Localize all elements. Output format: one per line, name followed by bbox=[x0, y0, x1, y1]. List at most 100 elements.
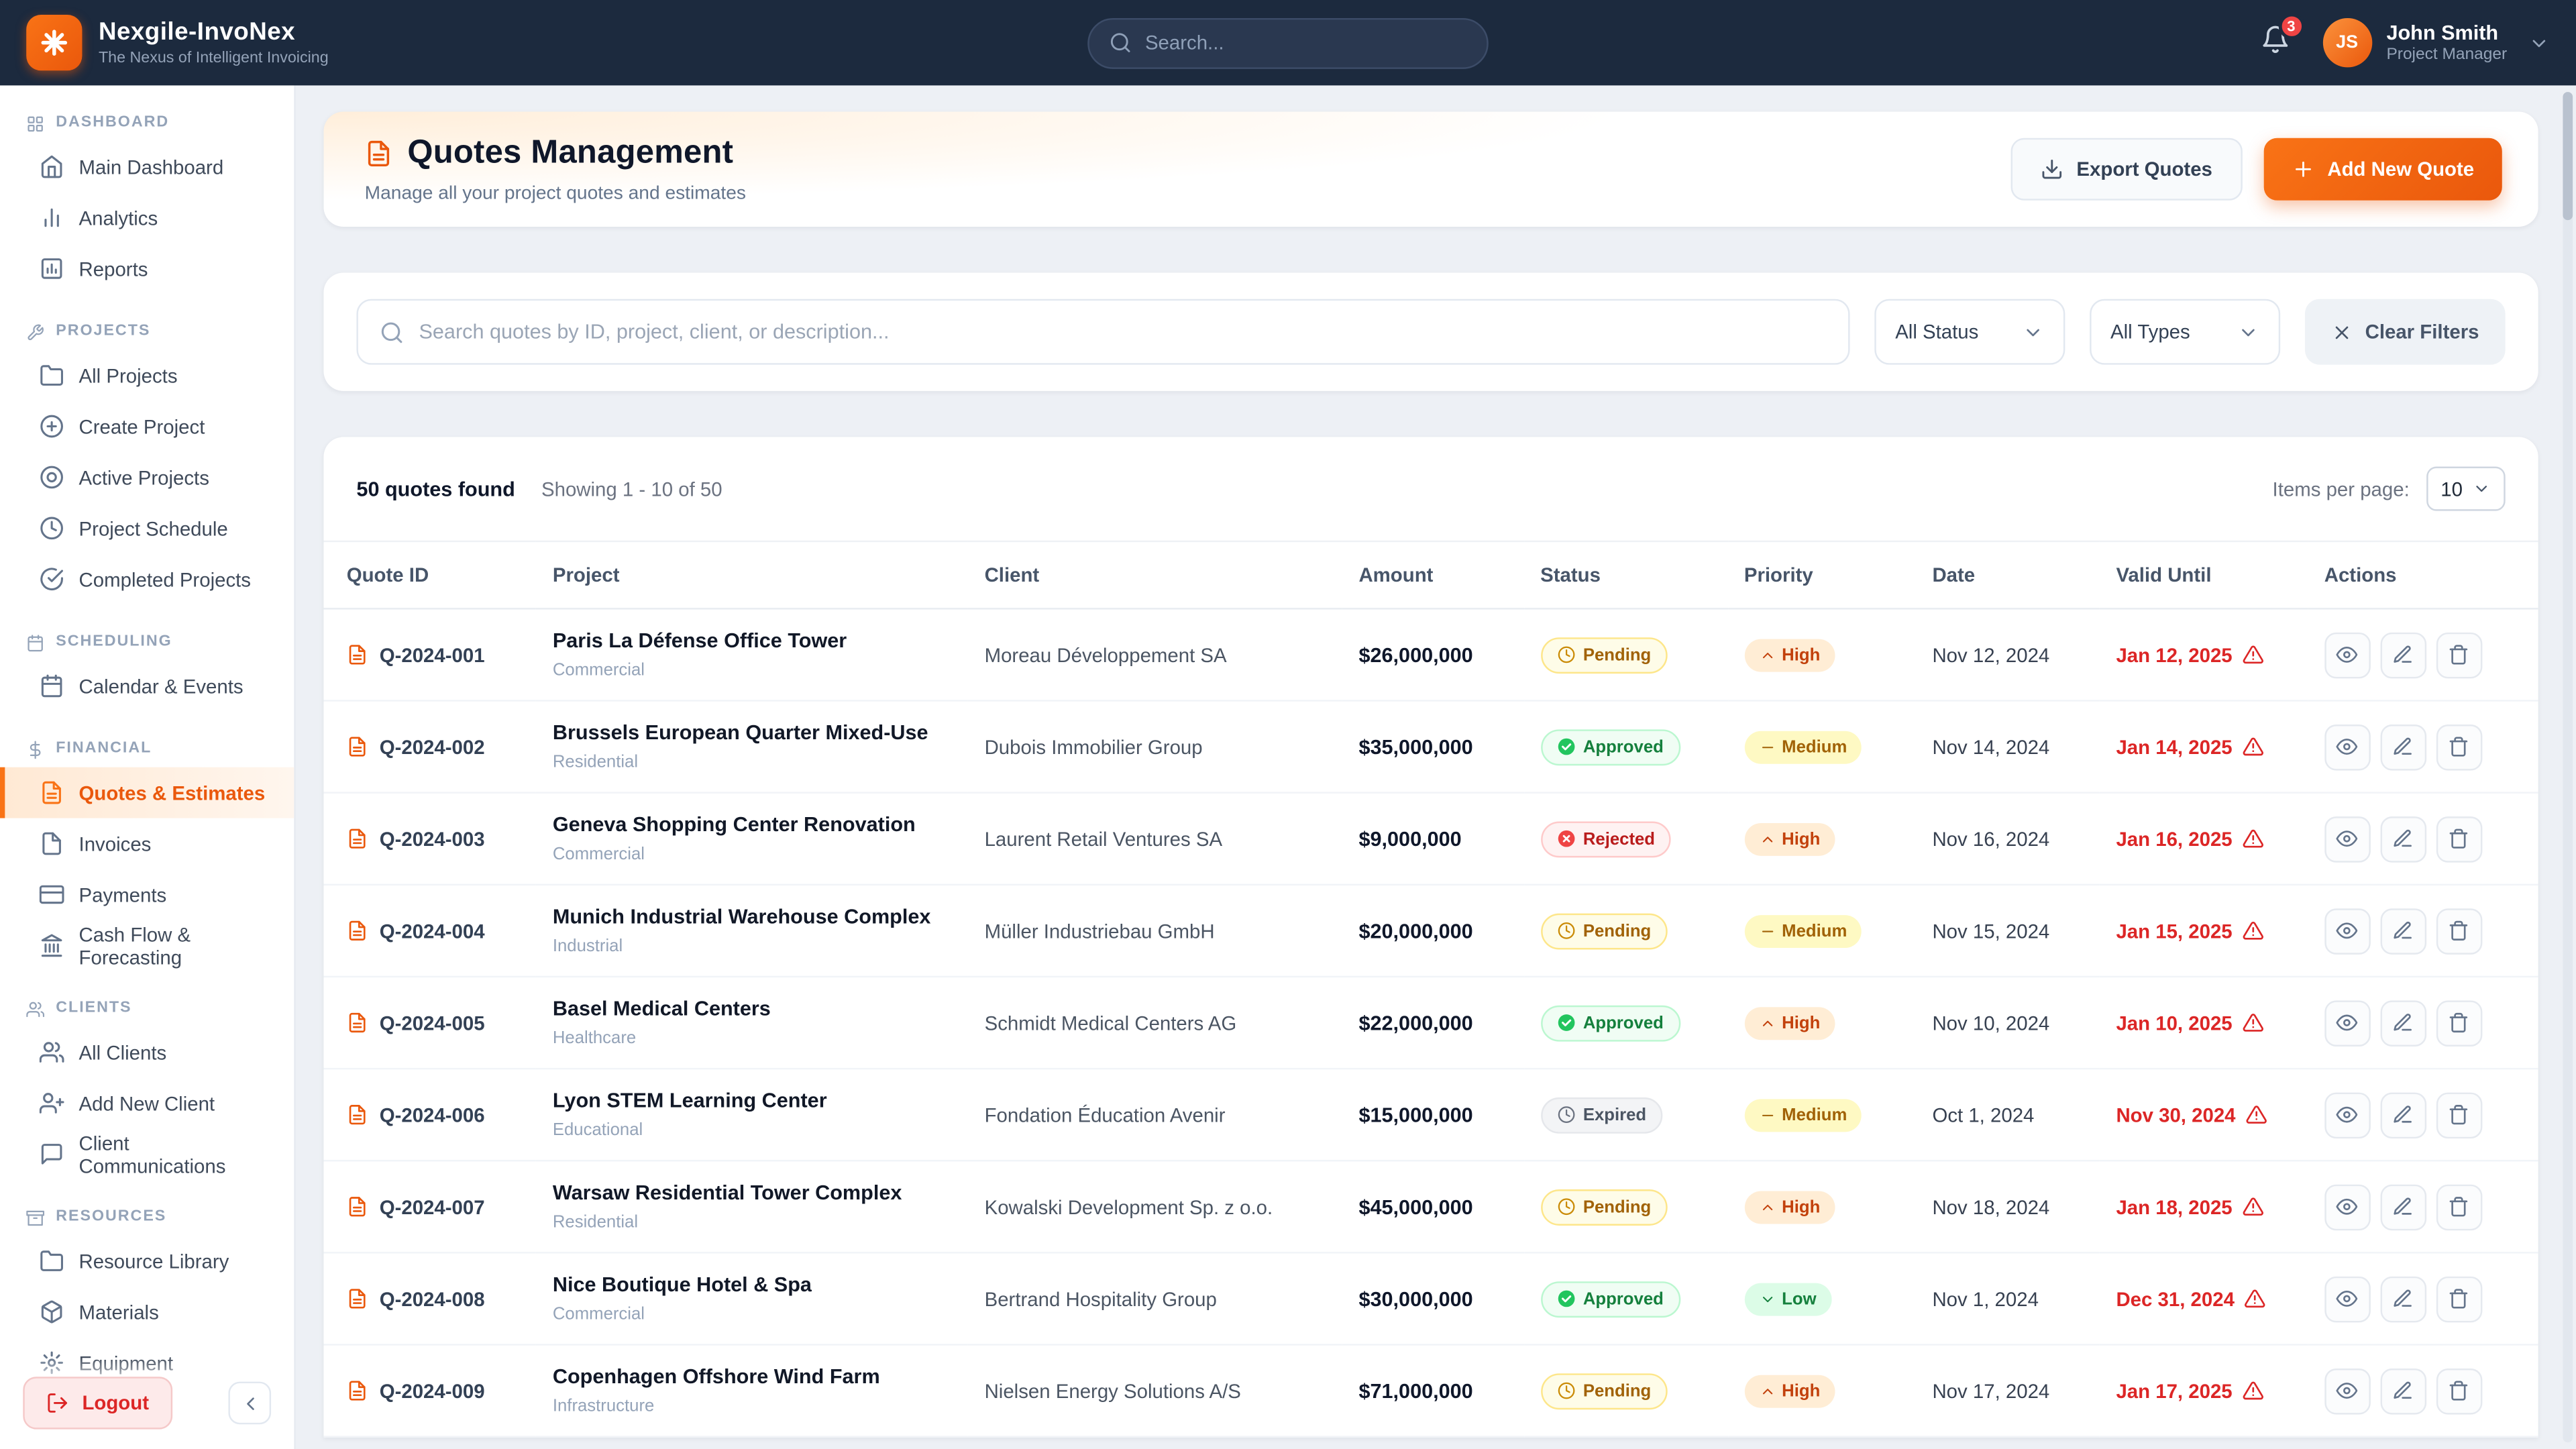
user-menu[interactable]: JS John Smith Project Manager bbox=[2322, 18, 2550, 67]
sidebar-item-resource-library[interactable]: Resource Library bbox=[0, 1236, 294, 1287]
global-search[interactable] bbox=[1087, 17, 1489, 68]
sidebar-section-label: SCHEDULING bbox=[0, 621, 294, 661]
sidebar-item-label: Add New Client bbox=[79, 1091, 215, 1114]
client-name: Kowalski Development Sp. z o.o. bbox=[985, 1195, 1326, 1218]
view-quote-button[interactable] bbox=[2324, 1183, 2371, 1230]
scrollbar[interactable] bbox=[2563, 92, 2573, 1442]
status-filter-select[interactable]: All Status bbox=[1874, 299, 2064, 365]
scrollbar-thumb[interactable] bbox=[2563, 92, 2573, 220]
sidebar-item-materials[interactable]: Materials bbox=[0, 1287, 294, 1338]
view-quote-button[interactable] bbox=[2324, 908, 2371, 954]
row-actions bbox=[2324, 816, 2516, 862]
edit-quote-button[interactable] bbox=[2380, 632, 2426, 678]
status-rejected-icon bbox=[1557, 830, 1575, 848]
sidebar-item-cash-flow-forecasting[interactable]: Cash Flow & Forecasting bbox=[0, 920, 294, 971]
project-category: Industrial bbox=[553, 936, 952, 955]
view-quote-button[interactable] bbox=[2324, 1000, 2371, 1046]
project-name: Warsaw Residential Tower Complex bbox=[553, 1181, 952, 1207]
client-name: Moreau Développement SA bbox=[985, 643, 1326, 666]
calendar-icon bbox=[26, 633, 44, 651]
quote-id: Q-2024-008 bbox=[380, 1287, 485, 1310]
per-page-select[interactable]: 10 bbox=[2426, 467, 2505, 511]
clear-filters-button[interactable]: Clear Filters bbox=[2304, 299, 2506, 365]
sidebar-item-main-dashboard[interactable]: Main Dashboard bbox=[0, 142, 294, 193]
client-name: Dubois Immobilier Group bbox=[985, 735, 1326, 758]
eye-icon bbox=[2337, 1288, 2358, 1309]
delete-quote-button[interactable] bbox=[2436, 1183, 2482, 1230]
edit-quote-button[interactable] bbox=[2380, 816, 2426, 862]
valid-until: Jan 15, 2025 bbox=[2116, 919, 2263, 942]
edit-quote-button[interactable] bbox=[2380, 724, 2426, 770]
sidebar-item-all-clients[interactable]: All Clients bbox=[0, 1027, 294, 1078]
logout-button[interactable]: Logout bbox=[23, 1377, 172, 1429]
sidebar-item-add-new-client[interactable]: Add New Client bbox=[0, 1078, 294, 1129]
trash-icon bbox=[2449, 1288, 2470, 1309]
sidebar-item-client-communications[interactable]: Client Communications bbox=[0, 1128, 294, 1179]
sidebar-section-projects: PROJECTSAll ProjectsCreate ProjectActive… bbox=[0, 311, 294, 604]
sidebar-item-all-projects[interactable]: All Projects bbox=[0, 350, 294, 401]
quote-id: Q-2024-007 bbox=[380, 1195, 485, 1218]
global-search-input[interactable] bbox=[1145, 32, 1467, 54]
delete-quote-button[interactable] bbox=[2436, 1276, 2482, 1322]
quote-file-icon bbox=[347, 1012, 368, 1034]
page-subtitle: Manage all your project quotes and estim… bbox=[365, 184, 746, 203]
view-quote-button[interactable] bbox=[2324, 1368, 2371, 1414]
quote-amount: $9,000,000 bbox=[1358, 827, 1507, 850]
sidebar-item-completed-projects[interactable]: Completed Projects bbox=[0, 553, 294, 604]
delete-quote-button[interactable] bbox=[2436, 724, 2482, 770]
sidebar-item-quotes-estimates[interactable]: Quotes & Estimates bbox=[0, 767, 294, 818]
sidebar-item-analytics[interactable]: Analytics bbox=[0, 193, 294, 244]
quote-amount: $35,000,000 bbox=[1358, 735, 1507, 758]
view-quote-button[interactable] bbox=[2324, 1091, 2371, 1138]
project-category: Educational bbox=[553, 1120, 952, 1140]
delete-quote-button[interactable] bbox=[2436, 908, 2482, 954]
sidebar-collapse-button[interactable] bbox=[228, 1382, 271, 1425]
edit-quote-button[interactable] bbox=[2380, 1368, 2426, 1414]
status-filter-value: All Status bbox=[1895, 321, 1978, 343]
quote-file-icon bbox=[347, 1196, 368, 1218]
valid-until: Jan 12, 2025 bbox=[2116, 643, 2263, 666]
delete-quote-button[interactable] bbox=[2436, 816, 2482, 862]
sidebar-item-reports[interactable]: Reports bbox=[0, 243, 294, 294]
quotes-search[interactable] bbox=[356, 299, 1849, 365]
type-filter-select[interactable]: All Types bbox=[2089, 299, 2279, 365]
sidebar-item-calendar-events[interactable]: Calendar & Events bbox=[0, 660, 294, 711]
view-quote-button[interactable] bbox=[2324, 1276, 2371, 1322]
delete-quote-button[interactable] bbox=[2436, 1368, 2482, 1414]
edit-quote-button[interactable] bbox=[2380, 1000, 2426, 1046]
quotes-search-input[interactable] bbox=[419, 321, 1826, 343]
quote-date: Nov 12, 2024 bbox=[1932, 643, 2083, 666]
view-quote-button[interactable] bbox=[2324, 632, 2371, 678]
export-quotes-button[interactable]: Export Quotes bbox=[2010, 138, 2242, 201]
edit-quote-button[interactable] bbox=[2380, 1091, 2426, 1138]
x-icon bbox=[2330, 321, 2352, 343]
add-new-quote-button[interactable]: Add New Quote bbox=[2263, 138, 2502, 201]
sidebar-item-label: Cash Flow & Forecasting bbox=[79, 922, 278, 969]
delete-quote-button[interactable] bbox=[2436, 1091, 2482, 1138]
notifications-button[interactable]: 3 bbox=[2260, 24, 2290, 62]
project-category: Commercial bbox=[553, 1304, 952, 1324]
column-header-date: Date bbox=[1916, 541, 2100, 608]
edit-quote-button[interactable] bbox=[2380, 1276, 2426, 1322]
sidebar: DASHBOARDMain DashboardAnalyticsReportsP… bbox=[0, 85, 296, 1449]
view-quote-button[interactable] bbox=[2324, 724, 2371, 770]
quote-id: Q-2024-003 bbox=[380, 827, 485, 850]
sidebar-item-project-schedule[interactable]: Project Schedule bbox=[0, 502, 294, 553]
sidebar-item-payments[interactable]: Payments bbox=[0, 869, 294, 920]
priority-badge: High bbox=[1744, 638, 1835, 671]
edit-quote-button[interactable] bbox=[2380, 1183, 2426, 1230]
brand[interactable]: Nexgile-InvoNex The Nexus of Intelligent… bbox=[26, 15, 328, 70]
delete-quote-button[interactable] bbox=[2436, 632, 2482, 678]
sidebar-item-active-projects[interactable]: Active Projects bbox=[0, 451, 294, 502]
view-quote-button[interactable] bbox=[2324, 816, 2371, 862]
user-name: John Smith bbox=[2386, 21, 2507, 44]
edit-quote-button[interactable] bbox=[2380, 908, 2426, 954]
sidebar-item-label: Invoices bbox=[79, 832, 152, 855]
delete-quote-button[interactable] bbox=[2436, 1000, 2482, 1046]
status-pending-icon bbox=[1557, 1382, 1575, 1400]
sidebar-item-label: Reports bbox=[79, 257, 148, 280]
sidebar-item-invoices[interactable]: Invoices bbox=[0, 818, 294, 869]
chevron-left-icon bbox=[239, 1393, 260, 1414]
sidebar-section-dashboard: DASHBOARDMain DashboardAnalyticsReports bbox=[0, 102, 294, 294]
sidebar-item-create-project[interactable]: Create Project bbox=[0, 401, 294, 452]
